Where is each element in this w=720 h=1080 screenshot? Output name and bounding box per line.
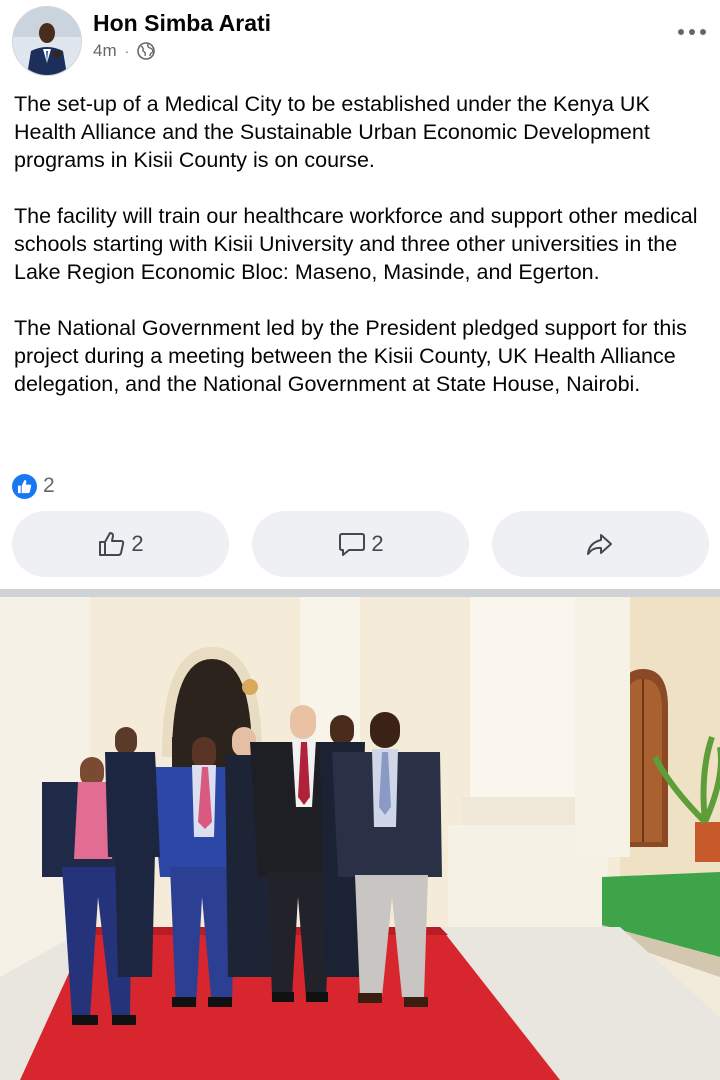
post-paragraph: The National Government led by the Presi… — [14, 316, 687, 396]
globe-icon — [137, 42, 156, 60]
divider — [0, 589, 720, 597]
meta-separator: · — [124, 43, 130, 59]
post-photo-image — [0, 597, 720, 1080]
avatar[interactable] — [12, 6, 82, 76]
avatar-image — [13, 7, 81, 75]
comment-bubble-icon — [339, 533, 366, 556]
like-count: 2 — [131, 531, 144, 556]
like-button[interactable]: 2 — [12, 511, 229, 577]
post-header: Hon Simba Arati 4m · — [0, 0, 720, 84]
comment-button[interactable]: 2 — [252, 511, 469, 577]
share-button[interactable] — [492, 511, 709, 577]
comment-count: 2 — [371, 531, 384, 556]
post-paragraph: The facility will train our healthcare w… — [14, 204, 698, 284]
share-arrow-icon — [586, 534, 612, 555]
like-reaction-icon — [12, 473, 37, 499]
thumbs-up-icon — [99, 532, 125, 556]
reaction-count: 2 — [43, 474, 55, 497]
post-timestamp[interactable]: 4m — [93, 41, 117, 61]
more-options-button[interactable] — [678, 22, 706, 42]
post-meta: 4m · — [93, 40, 156, 62]
reaction-summary[interactable]: 2 — [12, 473, 55, 499]
post-body: The set-up of a Medical City to be estab… — [14, 90, 710, 426]
post-photo[interactable] — [0, 597, 720, 1080]
post-paragraph: The set-up of a Medical City to be estab… — [14, 92, 650, 172]
author-name[interactable]: Hon Simba Arati — [93, 10, 271, 37]
more-dots-icon — [678, 29, 684, 35]
